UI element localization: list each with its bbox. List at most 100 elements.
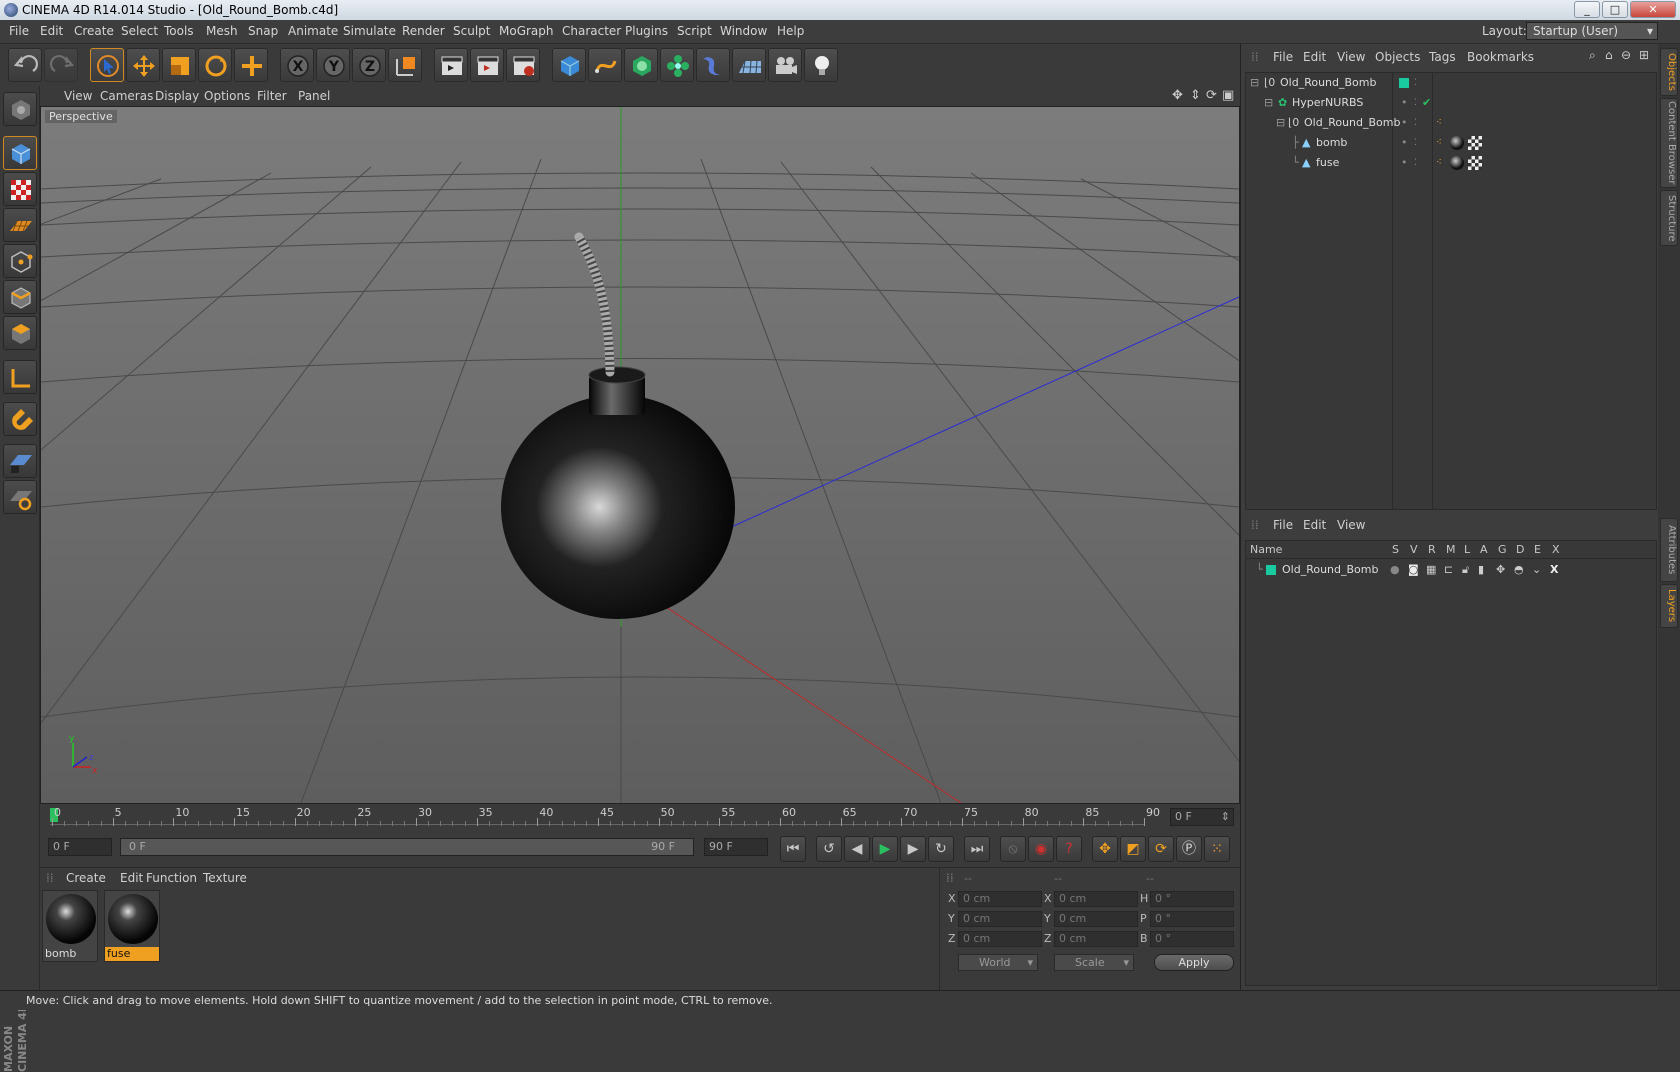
- autokeying-button[interactable]: ◉: [1028, 836, 1054, 862]
- menu-help[interactable]: Help: [777, 24, 804, 38]
- viewport-menu-panel[interactable]: Panel: [298, 89, 330, 103]
- render-settings-button[interactable]: [506, 48, 540, 82]
- planar-workplane-button[interactable]: [3, 480, 37, 514]
- make-editable-button[interactable]: [3, 92, 37, 126]
- recent-tool-button[interactable]: [234, 48, 268, 82]
- rotation-p-field[interactable]: 0 °: [1150, 911, 1234, 927]
- phong-tag-icon[interactable]: ⁖: [1436, 153, 1442, 173]
- cube-object-button[interactable]: [552, 48, 586, 82]
- scale-key-button[interactable]: ◩: [1120, 836, 1146, 862]
- solo-dot-icon[interactable]: ●: [1390, 561, 1400, 579]
- position-key-button[interactable]: ✥: [1092, 836, 1118, 862]
- deformers-icon[interactable]: ◓: [1514, 561, 1524, 579]
- phong-tag-icon[interactable]: ⁖: [1436, 133, 1442, 153]
- menu-tools[interactable]: Tools: [164, 24, 194, 38]
- layer-color-swatch[interactable]: [1399, 78, 1409, 88]
- axis-mode-button[interactable]: [3, 360, 37, 394]
- panel-grip-icon[interactable]: ⁞⁞: [1251, 50, 1259, 64]
- viewport-menu-filter[interactable]: Filter: [257, 89, 287, 103]
- expressions-icon[interactable]: ⌄: [1532, 561, 1541, 579]
- point-level-animation-button[interactable]: ⁙: [1204, 836, 1230, 862]
- array-object-button[interactable]: [660, 48, 694, 82]
- visibility-dots-icon[interactable]: ⁚: [1414, 133, 1417, 153]
- camera-object-button[interactable]: [768, 48, 802, 82]
- menu-select[interactable]: Select: [121, 24, 158, 38]
- viewport-menu-cameras[interactable]: Cameras: [100, 89, 153, 103]
- object-menu-objects[interactable]: Objects: [1375, 50, 1420, 64]
- apply-button[interactable]: Apply: [1154, 954, 1234, 971]
- render-picture-viewer-button[interactable]: [470, 48, 504, 82]
- viewport-menu-options[interactable]: Options: [204, 89, 250, 103]
- maximize-button[interactable]: □: [1602, 1, 1628, 18]
- size-z-field[interactable]: 0 cm: [1054, 931, 1138, 947]
- size-y-field[interactable]: 0 cm: [1054, 911, 1138, 927]
- menu-snap[interactable]: Snap: [248, 24, 278, 38]
- viewport-menu-display[interactable]: Display: [155, 89, 199, 103]
- object-row-fuse[interactable]: └ ▲ fuse • ⁚ ⁖: [1246, 153, 1656, 173]
- layer-menu-file[interactable]: File: [1273, 518, 1293, 532]
- object-menu-edit[interactable]: Edit: [1303, 50, 1326, 64]
- view-eye-icon[interactable]: ◙: [1408, 561, 1419, 579]
- visibility-dots-icon[interactable]: ⁚: [1414, 113, 1417, 133]
- column-a[interactable]: A: [1480, 541, 1488, 559]
- material-menu-function[interactable]: Function: [146, 871, 197, 885]
- menu-create[interactable]: Create: [74, 24, 114, 38]
- material-menu-create[interactable]: Create: [66, 871, 106, 885]
- menu-character[interactable]: Character: [562, 24, 621, 38]
- material-menu-texture[interactable]: Texture: [203, 871, 247, 885]
- phong-tag-icon[interactable]: ⁖: [1436, 113, 1442, 133]
- layer-color-swatch[interactable]: [1266, 565, 1276, 575]
- object-menu-view[interactable]: View: [1337, 50, 1365, 64]
- column-r[interactable]: R: [1428, 541, 1436, 559]
- menu-plugins[interactable]: Plugins: [625, 24, 668, 38]
- menu-mesh[interactable]: Mesh: [206, 24, 238, 38]
- position-x-field[interactable]: 0 cm: [958, 891, 1042, 907]
- start-frame-field[interactable]: 0 F: [48, 838, 112, 856]
- object-menu-tags[interactable]: Tags: [1429, 50, 1456, 64]
- go-to-next-key-button[interactable]: ↻: [928, 836, 954, 862]
- viewport-maximize-icon[interactable]: ▣: [1222, 88, 1234, 103]
- live-selection-button[interactable]: [90, 48, 124, 82]
- render-view-button[interactable]: [434, 48, 468, 82]
- menu-file[interactable]: File: [9, 24, 29, 38]
- coordinate-system-button[interactable]: [388, 48, 422, 82]
- scroll-to-icon[interactable]: ⊖: [1621, 48, 1631, 62]
- object-row-old-round-bomb-child[interactable]: ⊟ ⌊0 Old_Round_Bomb • ⁚ ⁖: [1246, 113, 1656, 133]
- panel-grip-icon[interactable]: ⁞⁞: [1251, 518, 1259, 532]
- polygons-mode-button[interactable]: [3, 316, 37, 350]
- undo-button[interactable]: [8, 48, 42, 82]
- material-tag-icon[interactable]: [1450, 156, 1464, 170]
- menu-script[interactable]: Script: [677, 24, 712, 38]
- tab-attributes[interactable]: Attributes: [1660, 518, 1678, 582]
- new-window-icon[interactable]: ⊞: [1639, 48, 1649, 62]
- light-object-button[interactable]: [804, 48, 838, 82]
- panel-grip-icon[interactable]: ⁞⁞: [946, 871, 954, 885]
- column-x[interactable]: X: [1552, 541, 1560, 559]
- search-icon[interactable]: ⌕: [1589, 48, 1596, 63]
- object-menu-bookmarks[interactable]: Bookmarks: [1467, 50, 1534, 64]
- nurbs-object-button[interactable]: [624, 48, 658, 82]
- x-axis-lock-button[interactable]: X: [280, 48, 314, 82]
- layer-dot-icon[interactable]: •: [1401, 153, 1408, 173]
- record-active-objects-button[interactable]: ⦸: [1000, 836, 1026, 862]
- visibility-dots-icon[interactable]: ⁚: [1414, 93, 1417, 113]
- collapse-icon[interactable]: ⊟: [1276, 113, 1285, 133]
- menu-render[interactable]: Render: [402, 24, 445, 38]
- tab-content-browser[interactable]: Content Browser: [1660, 98, 1678, 188]
- rotation-key-button[interactable]: ⟳: [1148, 836, 1174, 862]
- keyframe-selection-button[interactable]: ?: [1056, 836, 1082, 862]
- position-z-field[interactable]: 0 cm: [958, 931, 1042, 947]
- rotation-h-field[interactable]: 0 °: [1150, 891, 1234, 907]
- locked-workplane-button[interactable]: [3, 444, 37, 478]
- snapping-button[interactable]: [3, 402, 37, 436]
- move-tool-button[interactable]: [126, 48, 160, 82]
- menu-animate[interactable]: Animate: [288, 24, 338, 38]
- layer-row[interactable]: └ Old_Round_Bomb ● ◙ ▦ ⊏ 🔓︎ ▮ ✥ ◓ ⌄ X: [1246, 561, 1656, 579]
- model-mode-button[interactable]: [3, 136, 37, 170]
- uvw-tag-icon[interactable]: [1468, 156, 1482, 170]
- menu-sculpt[interactable]: Sculpt: [453, 24, 490, 38]
- go-to-end-button[interactable]: ⏭: [964, 836, 990, 862]
- object-menu-file[interactable]: File: [1273, 50, 1293, 64]
- column-l[interactable]: L: [1464, 541, 1470, 559]
- coordinate-space-select[interactable]: World ▾: [958, 954, 1038, 971]
